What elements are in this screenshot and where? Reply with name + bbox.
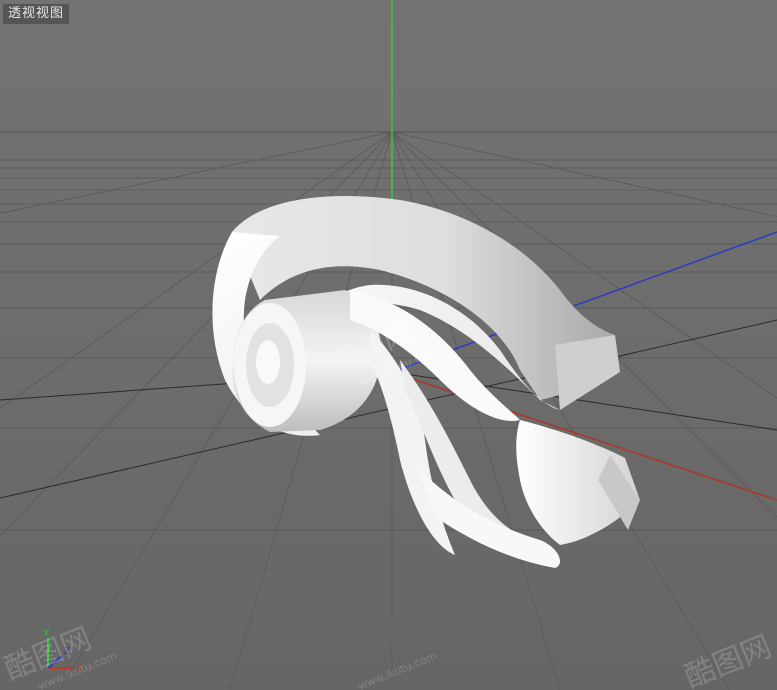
viewport-scene[interactable]: Y X Z 酷图网 www.ikutu.com 酷图网 www.ikutu.co… [0,0,777,690]
volute-roll-center [256,340,280,384]
viewport-title[interactable]: 透视视图 [3,4,70,24]
perspective-viewport[interactable]: Y X Z 酷图网 www.ikutu.com 酷图网 www.ikutu.co… [0,0,777,690]
